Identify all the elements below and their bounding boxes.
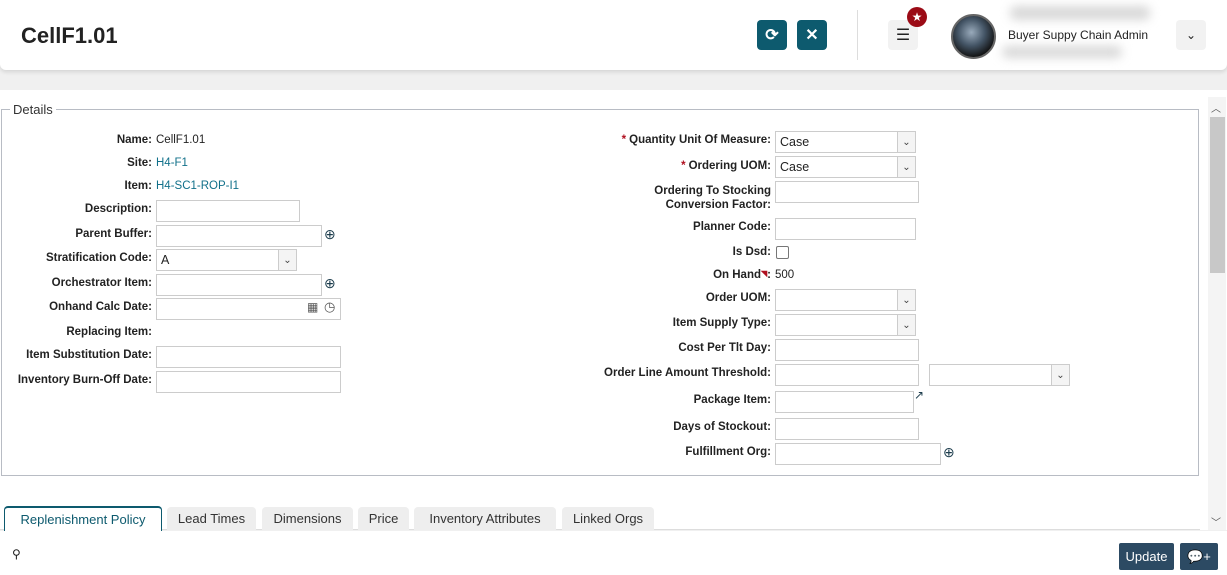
divider xyxy=(857,10,858,60)
fulfillment-org-input[interactable] xyxy=(775,443,941,465)
order-uom-label: Order UOM: xyxy=(705,292,771,304)
replacing-item-label: Replacing Item: xyxy=(66,326,152,338)
item-substitution-date-label: Item Substitution Date: xyxy=(26,349,152,361)
planner-code-label: Planner Code: xyxy=(693,221,771,233)
external-edit-icon[interactable]: ↗ xyxy=(914,388,924,402)
name-label: Name: xyxy=(116,134,152,146)
header: CellF1.01 ⟳ ✕ ☰ ★ Buyer Suppy Chain Admi… xyxy=(0,0,1227,70)
orchestrator-item-input[interactable] xyxy=(156,274,322,296)
ordering-uom-label: * Ordering UOM: xyxy=(681,160,771,172)
cost-per-tlt-day-input[interactable] xyxy=(775,339,919,361)
quantity-uom-label: * Quantity Unit Of Measure: xyxy=(621,134,771,146)
page-title: CellF1.01 xyxy=(21,23,118,48)
item-label: Item: xyxy=(124,180,152,192)
site-label: Site: xyxy=(127,157,152,169)
tab-price[interactable]: Price xyxy=(358,507,409,530)
inventory-burn-off-date-label: Inventory Burn-Off Date: xyxy=(17,374,152,386)
footer: ⚲ Update 💬+ xyxy=(0,531,1227,575)
user-menu-button[interactable]: ⌄ xyxy=(1176,20,1206,50)
orchestrator-item-label: Orchestrator Item: xyxy=(51,277,152,289)
location-pin-icon[interactable]: ⚲ xyxy=(12,547,21,561)
order-uom-select[interactable]: ⌄ xyxy=(775,289,916,311)
chevron-down-icon: ⌄ xyxy=(1185,28,1197,42)
close-button[interactable]: ✕ xyxy=(797,20,827,50)
refresh-icon: ⟳ xyxy=(765,27,779,44)
search-plus-icon[interactable]: ⊕ xyxy=(324,226,336,243)
item-supply-type-select[interactable]: ⌄ xyxy=(775,314,916,336)
chevron-down-icon: ⌄ xyxy=(897,290,915,310)
tab-bar: Replenishment Policy Lead Times Dimensio… xyxy=(0,506,1200,531)
add-comment-button[interactable]: 💬+ xyxy=(1180,543,1218,570)
order-line-threshold-input[interactable] xyxy=(775,364,919,386)
favorites-badge[interactable]: ★ xyxy=(907,7,927,27)
chevron-down-icon: ⌄ xyxy=(1051,365,1069,385)
days-of-stockout-label: Days of Stockout: xyxy=(673,421,771,433)
hamburger-icon: ☰ xyxy=(895,27,911,44)
fulfillment-org-label: Fulfillment Org: xyxy=(685,446,771,458)
update-button[interactable]: Update xyxy=(1119,543,1174,570)
details-legend: Details xyxy=(10,102,56,117)
cost-per-tlt-day-label: Cost Per Tlt Day: xyxy=(678,342,771,354)
tab-replenishment-policy[interactable]: Replenishment Policy xyxy=(4,506,162,531)
ordering-uom-value: Case xyxy=(780,160,810,174)
comment-plus-icon: 💬+ xyxy=(1187,548,1211,564)
stratification-code-label: Stratification Code: xyxy=(45,252,152,264)
parent-buffer-input[interactable] xyxy=(156,225,322,247)
inventory-burn-off-date-input[interactable] xyxy=(156,371,341,393)
user-name: Buyer Suppy Chain Admin xyxy=(1008,28,1149,42)
item-supply-type-label: Item Supply Type: xyxy=(672,317,771,329)
stratification-code-value: A xyxy=(161,253,170,267)
tab-dimensions[interactable]: Dimensions xyxy=(262,507,353,530)
ordering-uom-select[interactable]: Case ⌄ xyxy=(775,156,916,178)
scroll-down-icon[interactable]: ﹀ xyxy=(1211,514,1221,529)
star-icon: ★ xyxy=(911,10,923,24)
days-of-stockout-input[interactable] xyxy=(775,418,919,440)
scroll-up-icon[interactable]: ︿ xyxy=(1211,100,1221,115)
stratification-code-select[interactable]: A ⌄ xyxy=(156,249,297,271)
parent-buffer-label: Parent Buffer: xyxy=(75,228,152,240)
order-line-threshold-label: Order Line Amount Threshold: xyxy=(604,367,771,379)
chevron-down-icon: ⌄ xyxy=(897,132,915,152)
calendar-icon[interactable]: ▦ xyxy=(307,300,318,314)
scrollbar-thumb[interactable] xyxy=(1210,117,1225,273)
conversion-factor-label: Ordering To Stocking Conversion Factor: xyxy=(654,185,771,211)
description-input[interactable] xyxy=(156,200,300,222)
item-link[interactable]: H4-SC1-ROP-I1 xyxy=(156,180,239,192)
tab-inventory-attributes[interactable]: Inventory Attributes xyxy=(414,507,556,530)
search-plus-icon[interactable]: ⊕ xyxy=(943,444,955,461)
refresh-button[interactable]: ⟳ xyxy=(757,20,787,50)
quantity-uom-select[interactable]: Case ⌄ xyxy=(775,131,916,153)
name-value: CellF1.01 xyxy=(156,134,206,146)
chevron-down-icon: ⌄ xyxy=(897,315,915,335)
item-substitution-date-input[interactable] xyxy=(156,346,341,368)
blurred-info xyxy=(1002,46,1122,58)
is-dsd-label: Is Dsd: xyxy=(732,246,771,258)
threshold-currency-select[interactable]: ⌄ xyxy=(929,364,1070,386)
package-item-label: Package Item: xyxy=(693,394,771,406)
is-dsd-checkbox[interactable] xyxy=(776,246,789,259)
package-item-input[interactable] xyxy=(775,391,914,413)
blurred-info xyxy=(1010,6,1150,20)
clock-icon[interactable]: ◷ xyxy=(324,299,335,315)
onhand-calc-date-label: Onhand Calc Date: xyxy=(49,301,152,313)
planner-code-input[interactable] xyxy=(775,218,916,240)
on-hand-value: 500 xyxy=(775,269,795,281)
search-plus-icon[interactable]: ⊕ xyxy=(324,275,336,292)
tab-linked-orgs[interactable]: Linked Orgs xyxy=(562,507,654,530)
quantity-uom-value: Case xyxy=(780,135,810,149)
close-icon: ✕ xyxy=(805,27,819,44)
site-link[interactable]: H4-F1 xyxy=(156,157,188,169)
avatar[interactable] xyxy=(951,14,996,59)
tab-lead-times[interactable]: Lead Times xyxy=(167,507,256,530)
description-label: Description: xyxy=(84,203,152,215)
chevron-down-icon: ⌄ xyxy=(278,250,296,270)
chevron-down-icon: ⌄ xyxy=(897,157,915,177)
on-hand-label: On Hand◥: xyxy=(713,269,771,281)
conversion-factor-input[interactable] xyxy=(775,181,919,203)
